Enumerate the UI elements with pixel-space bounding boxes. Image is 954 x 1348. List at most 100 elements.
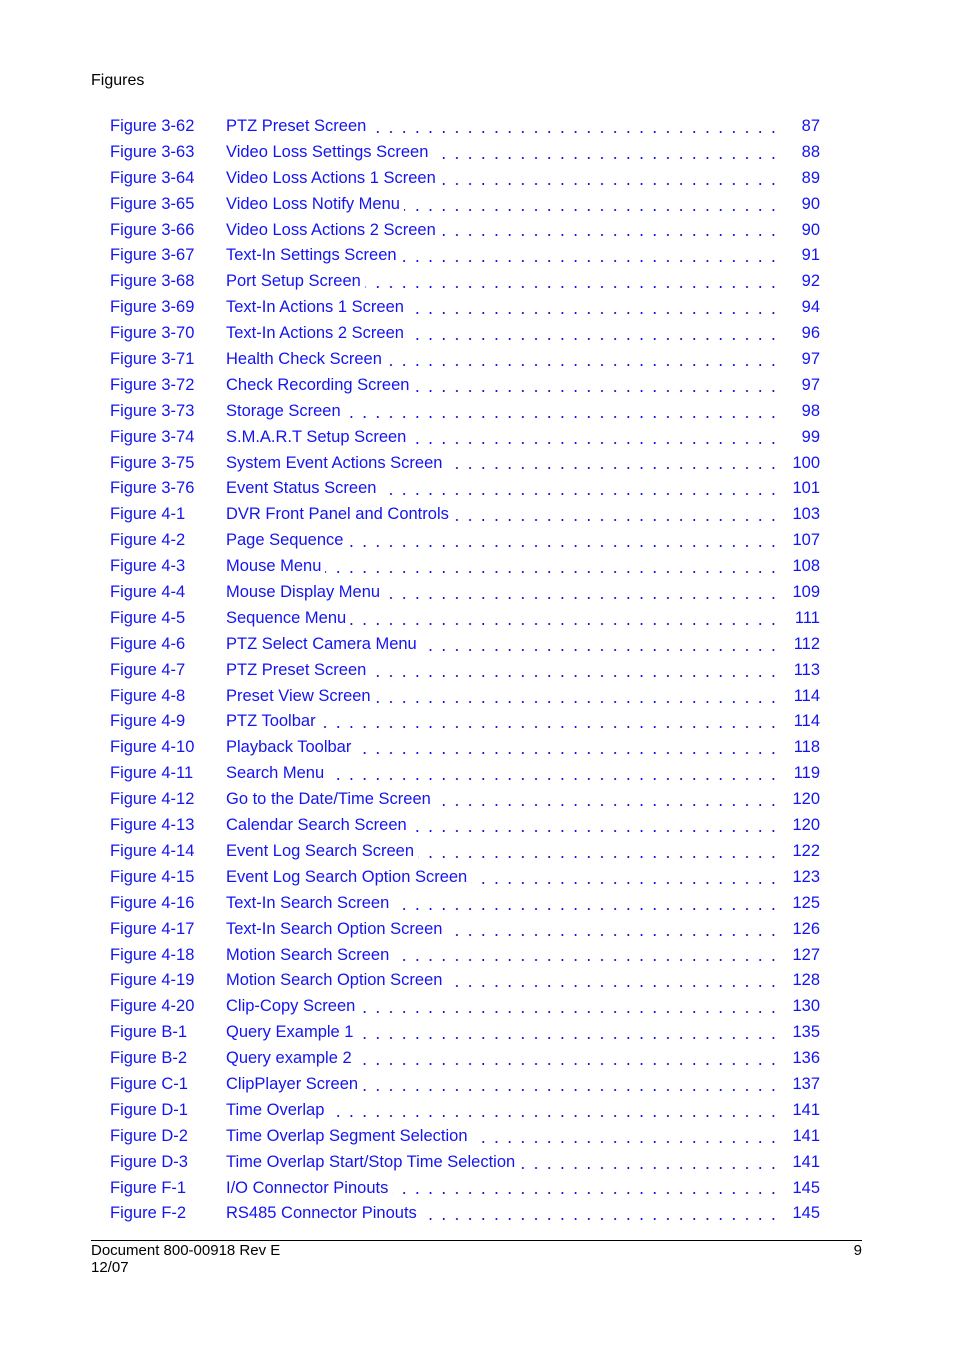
page-number-link[interactable]: 114 — [780, 684, 820, 710]
figure-title[interactable]: Storage Screen — [226, 399, 780, 425]
figure-title[interactable]: Time Overlap Segment Selection — [226, 1124, 780, 1150]
figure-title[interactable]: Page Sequence — [226, 528, 780, 554]
page-number-link[interactable]: 92 — [780, 269, 820, 295]
figure-title[interactable]: ClipPlayer Screen — [226, 1072, 780, 1098]
figure-title-text[interactable]: Check Recording Screen — [226, 375, 414, 394]
figure-number-link[interactable]: Figure 3-76 — [110, 476, 194, 502]
toc-entry[interactable]: Figure 3-71 Health Check Screen 97 — [110, 347, 820, 373]
toc-entry[interactable]: Figure 4-4 Mouse Display Menu 109 — [110, 580, 820, 606]
page-number-link[interactable]: 112 — [780, 632, 820, 658]
page-number-link[interactable]: 128 — [780, 968, 820, 994]
figure-number-link[interactable]: Figure 3-71 — [110, 347, 194, 373]
toc-entry[interactable]: Figure 3-68 Port Setup Screen 92 — [110, 269, 820, 295]
page-number-link[interactable]: 97 — [780, 373, 820, 399]
page-number-link[interactable]: 87 — [780, 114, 820, 140]
figure-number-link[interactable]: Figure D-3 — [110, 1150, 188, 1176]
figure-number-link[interactable]: Figure 3-67 — [110, 243, 194, 269]
figure-number-link[interactable]: Figure 3-75 — [110, 451, 194, 477]
figure-title-text[interactable]: Motion Search Option Screen — [226, 971, 447, 990]
figure-number-link[interactable]: Figure 4-11 — [110, 761, 193, 787]
page-number-link[interactable]: 145 — [780, 1176, 820, 1202]
figure-title-text[interactable]: Time Overlap Segment Selection — [226, 1126, 472, 1145]
toc-entry[interactable]: Figure 4-7 PTZ Preset Screen 113 — [110, 658, 820, 684]
toc-entry[interactable]: Figure D-1 Time Overlap 141 — [110, 1098, 820, 1124]
page-number-link[interactable]: 90 — [780, 192, 820, 218]
figure-title[interactable]: Event Status Screen — [226, 476, 780, 502]
page-number-link[interactable]: 141 — [780, 1098, 820, 1124]
page-number-link[interactable]: 108 — [780, 554, 820, 580]
figure-title[interactable]: Time Overlap — [226, 1098, 780, 1124]
page-number-link[interactable]: 88 — [780, 140, 820, 166]
figure-title[interactable]: Port Setup Screen — [226, 269, 780, 295]
toc-entry[interactable]: Figure 3-72 Check Recording Screen 97 — [110, 373, 820, 399]
figure-number-link[interactable]: Figure 3-66 — [110, 218, 194, 244]
figure-number-link[interactable]: Figure B-1 — [110, 1020, 187, 1046]
figure-title-text[interactable]: PTZ Select Camera Menu — [226, 634, 421, 653]
toc-entry[interactable]: Figure 3-66 Video Loss Actions 2 Screen 90 — [110, 218, 820, 244]
page-number-link[interactable]: 103 — [780, 502, 820, 528]
figure-title[interactable]: PTZ Preset Screen — [226, 658, 780, 684]
figure-title[interactable]: Motion Search Screen — [226, 943, 780, 969]
figure-number-link[interactable]: Figure 4-13 — [110, 813, 194, 839]
toc-entry[interactable]: Figure 4-9 PTZ Toolbar 114 — [110, 709, 820, 735]
toc-entry[interactable]: Figure D-3 Time Overlap Start/Stop Time S… — [110, 1150, 820, 1176]
toc-entry[interactable]: Figure 4-10 Playback Toolbar 118 — [110, 735, 820, 761]
figure-number-link[interactable]: Figure D-2 — [110, 1124, 188, 1150]
figure-number-link[interactable]: Figure D-1 — [110, 1098, 188, 1124]
figure-number-link[interactable]: Figure 4-1 — [110, 502, 185, 528]
page-number-link[interactable]: 123 — [780, 865, 820, 891]
figure-title-text[interactable]: Video Loss Notify Menu — [226, 194, 404, 213]
figure-title[interactable]: Mouse Menu — [226, 554, 780, 580]
toc-entry[interactable]: Figure B-1 Query Example 1 135 — [110, 1020, 820, 1046]
toc-entry[interactable]: Figure 4-13 Calendar Search Screen 120 — [110, 813, 820, 839]
toc-entry[interactable]: Figure C-1 ClipPlayer Screen 137 — [110, 1072, 820, 1098]
figure-title-text[interactable]: Go to the Date/Time Screen — [226, 790, 435, 809]
page-number-link[interactable]: 94 — [780, 295, 820, 321]
figure-title-text[interactable]: Motion Search Screen — [226, 945, 394, 964]
figure-title-text[interactable]: Page Sequence — [226, 531, 348, 550]
page-number-link[interactable]: 101 — [780, 476, 820, 502]
figure-title[interactable]: Video Loss Notify Menu — [226, 192, 780, 218]
figure-number-link[interactable]: Figure 3-64 — [110, 166, 194, 192]
page-number-link[interactable]: 125 — [780, 891, 820, 917]
page-number-link[interactable]: 100 — [780, 451, 820, 477]
figure-title-text[interactable]: Query Example 1 — [226, 1023, 358, 1042]
page-number-link[interactable]: 130 — [780, 994, 820, 1020]
toc-entry[interactable]: Figure F-1 I/O Connector Pinouts 145 — [110, 1176, 820, 1202]
toc-entry[interactable]: Figure 4-5 Sequence Menu 111 — [110, 606, 820, 632]
toc-entry[interactable]: Figure 4-19 Motion Search Option Screen 12… — [110, 968, 820, 994]
figure-title-text[interactable]: Text-In Search Screen — [226, 893, 394, 912]
toc-entry[interactable]: Figure 4-1 DVR Front Panel and Controls 10… — [110, 502, 820, 528]
toc-entry[interactable]: Figure 3-70 Text-In Actions 2 Screen 96 — [110, 321, 820, 347]
figure-title-text[interactable]: Mouse Display Menu — [226, 583, 385, 602]
figure-title[interactable]: Text-In Actions 2 Screen — [226, 321, 780, 347]
toc-entry[interactable]: Figure 4-8 Preset View Screen 114 — [110, 684, 820, 710]
figure-title-text[interactable]: Mouse Menu — [226, 557, 326, 576]
toc-entry[interactable]: Figure F-2 RS485 Connector Pinouts 145 — [110, 1201, 820, 1227]
page-number-link[interactable]: 141 — [780, 1124, 820, 1150]
figure-title[interactable]: Text-In Actions 1 Screen — [226, 295, 780, 321]
figure-title[interactable]: Playback Toolbar — [226, 735, 780, 761]
toc-entry[interactable]: Figure 4-16 Text-In Search Screen 125 — [110, 891, 820, 917]
figure-number-link[interactable]: Figure F-2 — [110, 1201, 186, 1227]
toc-entry[interactable]: Figure 4-12 Go to the Date/Time Screen 120 — [110, 787, 820, 813]
toc-entry[interactable]: Figure 4-14 Event Log Search Screen 122 — [110, 839, 820, 865]
figure-title-text[interactable]: Time Overlap Start/Stop Time Selection — [226, 1152, 520, 1171]
page-number-link[interactable]: 89 — [780, 166, 820, 192]
toc-entry[interactable]: Figure 3-75 System Event Actions Screen 10… — [110, 451, 820, 477]
toc-entry[interactable]: Figure 3-73 Storage Screen 98 — [110, 399, 820, 425]
page-number-link[interactable]: 90 — [780, 218, 820, 244]
page-number-link[interactable]: 119 — [780, 761, 820, 787]
toc-entry[interactable]: Figure 3-69 Text-In Actions 1 Screen 94 — [110, 295, 820, 321]
figure-number-link[interactable]: Figure 3-63 — [110, 140, 194, 166]
page-number-link[interactable]: 120 — [780, 813, 820, 839]
figure-title[interactable]: Query example 2 — [226, 1046, 780, 1072]
toc-entry[interactable]: Figure 3-64 Video Loss Actions 1 Screen 89 — [110, 166, 820, 192]
page-number-link[interactable]: 137 — [780, 1072, 820, 1098]
figure-title-text[interactable]: Port Setup Screen — [226, 272, 365, 291]
page-number-link[interactable]: 136 — [780, 1046, 820, 1072]
figure-title-text[interactable]: Text-In Actions 2 Screen — [226, 324, 408, 343]
page-number-link[interactable]: 96 — [780, 321, 820, 347]
page-number-link[interactable]: 98 — [780, 399, 820, 425]
figure-title-text[interactable]: Sequence Menu — [226, 608, 351, 627]
